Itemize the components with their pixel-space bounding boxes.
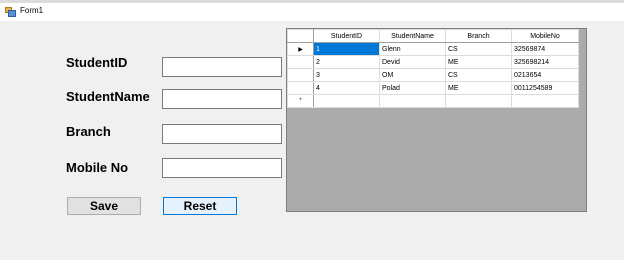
mobile-no-field[interactable] (162, 158, 282, 178)
cell-studentid[interactable]: 3 (313, 68, 380, 82)
new-cell-studentname[interactable] (379, 94, 446, 108)
table-row[interactable]: 3 OM CS 0213654 (287, 68, 579, 82)
column-header-branch[interactable]: Branch (445, 29, 512, 43)
cell-branch[interactable]: CS (445, 42, 512, 56)
cell-branch[interactable]: ME (445, 81, 512, 95)
students-data-grid[interactable]: StudentID StudentName Branch MobileNo ▶ … (286, 28, 587, 212)
grid-header-row: StudentID StudentName Branch MobileNo (287, 29, 579, 43)
cell-mobileno[interactable]: 325698214 (511, 55, 579, 69)
column-header-studentid[interactable]: StudentID (313, 29, 380, 43)
cell-studentname[interactable]: OM (379, 68, 446, 82)
table-row[interactable]: ▶ 1 Glenn CS 32569874 (287, 42, 579, 56)
branch-label: Branch (66, 124, 111, 139)
new-row[interactable]: * (287, 94, 579, 108)
save-button[interactable]: Save (67, 197, 141, 215)
cell-studentid[interactable]: 4 (313, 81, 380, 95)
reset-button[interactable]: Reset (163, 197, 237, 215)
current-row-indicator-icon[interactable]: ▶ (287, 42, 314, 56)
row-header[interactable] (287, 68, 314, 82)
table-row[interactable]: 2 Devid ME 325698214 (287, 55, 579, 69)
cell-branch[interactable]: CS (445, 68, 512, 82)
new-cell-branch[interactable] (445, 94, 512, 108)
column-header-studentname[interactable]: StudentName (379, 29, 446, 43)
cell-studentname[interactable]: Glenn (379, 42, 446, 56)
student-name-field[interactable] (162, 89, 282, 109)
cell-studentname[interactable]: Polad (379, 81, 446, 95)
new-cell-studentid[interactable] (313, 94, 380, 108)
row-header[interactable] (287, 81, 314, 95)
student-id-field[interactable] (162, 57, 282, 77)
row-header[interactable] (287, 55, 314, 69)
cell-studentid[interactable]: 2 (313, 55, 380, 69)
branch-field[interactable] (162, 124, 282, 144)
grid-corner-cell[interactable] (287, 29, 314, 43)
student-name-label: StudentName (66, 89, 150, 104)
new-row-asterisk-icon[interactable]: * (287, 94, 314, 108)
form-window-icon (5, 7, 16, 17)
window-title: Form1 (20, 6, 44, 15)
student-id-label: StudentID (66, 55, 128, 70)
new-cell-mobileno[interactable] (511, 94, 579, 108)
table-row[interactable]: 4 Polad ME 0011254589 (287, 81, 579, 95)
cell-studentname[interactable]: Devid (379, 55, 446, 69)
column-header-mobileno[interactable]: MobileNo (511, 29, 579, 43)
cell-mobileno[interactable]: 0011254589 (511, 81, 579, 95)
cell-mobileno[interactable]: 0213654 (511, 68, 579, 82)
title-bar[interactable]: Form1 (0, 3, 624, 21)
cell-branch[interactable]: ME (445, 55, 512, 69)
cell-studentid[interactable]: 1 (313, 42, 380, 56)
mobile-no-label: Mobile No (66, 160, 129, 175)
cell-mobileno[interactable]: 32569874 (511, 42, 579, 56)
